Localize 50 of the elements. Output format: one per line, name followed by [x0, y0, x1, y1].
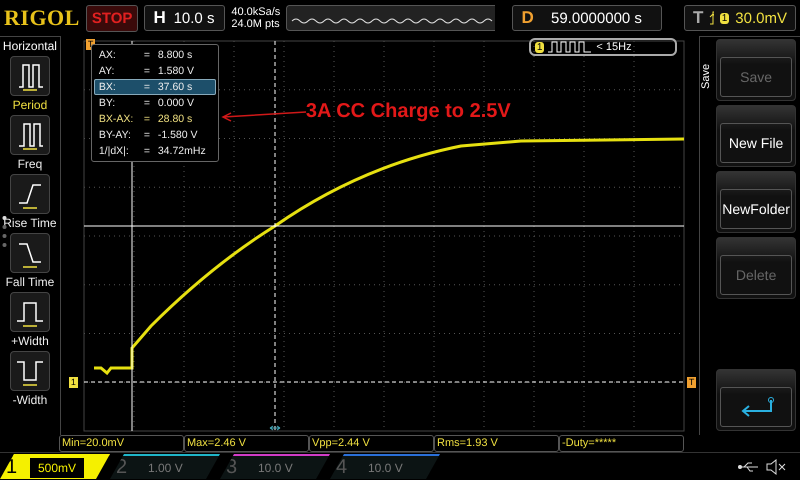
- menu-button[interactable]: New File: [716, 105, 796, 167]
- readout-value: 8.800 s: [158, 49, 194, 61]
- menu-button[interactable]: NewFolder: [716, 171, 796, 233]
- trigger-frequency: < 15Hz: [596, 41, 632, 53]
- equals-sign: =: [144, 129, 151, 141]
- menu-title: Save: [700, 62, 714, 89]
- readout-value: 1.580 V: [158, 65, 196, 77]
- pulse-icon: [548, 41, 592, 53]
- readout-value: 0.000 V: [158, 97, 196, 109]
- cursor-line[interactable]: [274, 40, 276, 432]
- trigger-field[interactable]: T 1 30.0mV: [684, 5, 796, 31]
- readout-label: AX:: [98, 49, 117, 61]
- readout-label: BY:: [98, 97, 116, 109]
- readout-label: BX-AX:: [98, 113, 134, 125]
- readout-label: 1/|dX|:: [98, 145, 130, 157]
- annotation: 3A CC Charge to 2.5V: [306, 100, 511, 123]
- readout-value: 34.72mHz: [158, 145, 207, 157]
- readout-label: BX:: [98, 81, 117, 93]
- equals-sign: =: [144, 97, 151, 109]
- sample-rate: 40.0kSa/s: [231, 6, 280, 18]
- delay-field[interactable]: D 59.0000000 s: [512, 5, 662, 31]
- equals-sign: =: [144, 113, 151, 125]
- memory-depth: 24.0M pts: [231, 18, 280, 30]
- channel-tab[interactable]: 4 10.0 V: [330, 454, 440, 479]
- readout-label: BY-AY:: [98, 129, 132, 141]
- position-arrow-icon: [269, 426, 280, 430]
- measurement: -Duty=*****: [559, 435, 684, 452]
- equals-sign: =: [144, 145, 151, 157]
- menu-title: Horizontal: [2, 39, 57, 53]
- timebase-field[interactable]: H 10.0 s: [144, 5, 226, 31]
- channel-badge: 1: [534, 42, 544, 52]
- measurement: Max=2.46 V: [184, 435, 309, 452]
- channel-marker: 1: [68, 377, 78, 388]
- mute-icon: [766, 458, 786, 474]
- back-button[interactable]: [716, 369, 796, 431]
- run-state[interactable]: STOP: [86, 4, 138, 32]
- trigger-level-marker: T: [686, 377, 696, 388]
- readout-value: 37.60 s: [158, 81, 194, 93]
- readout-value: 28.80 s: [158, 113, 194, 125]
- usb-icon: [738, 460, 760, 472]
- measurement: Min=20.0mV: [59, 435, 184, 452]
- equals-sign: =: [144, 65, 151, 77]
- measurement: Rms=1.93 V: [434, 435, 559, 452]
- logo: RIGOL: [4, 5, 80, 31]
- readout-label: AY:: [98, 65, 116, 77]
- readout-value: -1.580 V: [158, 129, 199, 141]
- equals-sign: =: [144, 49, 151, 61]
- equals-sign: =: [144, 81, 151, 93]
- rising-edge-icon: [709, 11, 714, 25]
- measurement: Vpp=2.44 V: [309, 435, 434, 452]
